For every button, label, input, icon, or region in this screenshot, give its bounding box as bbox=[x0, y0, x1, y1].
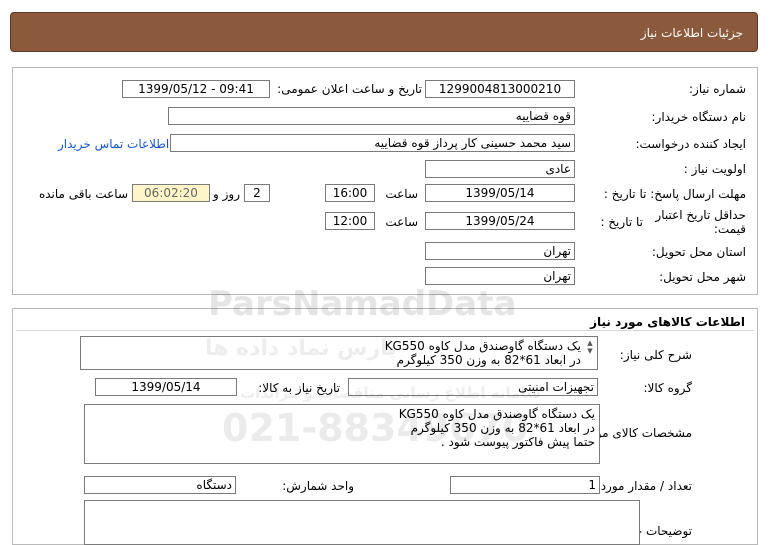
specs-textarea[interactable]: یک دستگاه گاوصندق مدل کاوه KG550 در ابعا… bbox=[84, 404, 600, 464]
unit-field: دستگاه bbox=[84, 476, 236, 494]
goods-section-title: اطلاعات کالاهای مورد نیاز bbox=[590, 315, 745, 329]
announce-label: تاریخ و ساعت اعلان عمومی: bbox=[277, 82, 422, 96]
page-header: جزئیات اطلاعات نیاز bbox=[10, 12, 758, 52]
price-validity-time-label: ساعت bbox=[385, 215, 418, 229]
province-label: استان محل تحویل: bbox=[651, 245, 746, 259]
deadline-time-field: 16:00 bbox=[325, 184, 375, 202]
city-field: تهران bbox=[425, 267, 575, 285]
province-field: تهران bbox=[425, 242, 575, 260]
goods-title-divider bbox=[16, 330, 754, 331]
group-field: تجهیزات امنیتی bbox=[348, 378, 598, 396]
price-validity-date-field: 1399/05/24 bbox=[425, 212, 575, 230]
need-date-field: 1399/05/14 bbox=[95, 378, 237, 396]
price-validity-time-field: 12:00 bbox=[325, 212, 375, 230]
remaining-time-field: 06:02:20 bbox=[132, 184, 210, 202]
unit-label: واحد شمارش: bbox=[282, 479, 354, 493]
buyer-org-field: قوه قضاییه bbox=[168, 107, 575, 125]
creator-label: ایجاد کننده درخواست: bbox=[635, 137, 746, 151]
priority-label: اولویت نیاز : bbox=[683, 162, 746, 176]
deadline-date-field: 1399/05/14 bbox=[425, 184, 575, 202]
group-label: گروه کالا: bbox=[643, 381, 693, 395]
creator-field: سید محمد حسینی کار پرداز قوه قضاییه bbox=[170, 134, 575, 152]
days-label: روز و bbox=[213, 187, 240, 201]
remaining-label: ساعت باقی مانده bbox=[38, 187, 128, 201]
need-number-label: شماره نیاز: bbox=[689, 82, 746, 96]
price-validity-until-label: تا تاریخ : bbox=[600, 215, 643, 229]
summary-label: شرح کلی نیاز: bbox=[619, 348, 692, 362]
city-label: شهر محل تحویل: bbox=[659, 270, 746, 284]
price-validity-label-text: حداقل تاریخ اعتبار قیمت: bbox=[655, 208, 746, 236]
deadline-label: مهلت ارسال پاسخ: تا تاریخ : bbox=[603, 187, 746, 201]
announce-field: 1399/05/12 - 09:41 bbox=[122, 80, 270, 98]
summary-scroll-icon[interactable]: ▲ ▼ bbox=[586, 339, 594, 355]
need-date-label: تاریخ نیاز به کالا: bbox=[258, 381, 340, 395]
need-number-field: 1299004813000210 bbox=[425, 80, 575, 98]
buyer-org-label: نام دستگاه خریدار: bbox=[651, 110, 747, 124]
quantity-field: 1 bbox=[450, 476, 600, 494]
days-field: 2 bbox=[244, 184, 270, 202]
summary-textarea[interactable]: یک دستگاه گاوصندق مدل کاوه KG550 در ابعا… bbox=[80, 336, 598, 370]
contact-buyer-link[interactable]: اطلاعات تماس خریدار bbox=[58, 137, 169, 151]
page-title: جزئیات اطلاعات نیاز bbox=[640, 26, 743, 40]
details-panel bbox=[12, 67, 758, 295]
price-validity-label: حداقل تاریخ اعتبار قیمت: bbox=[646, 208, 746, 236]
buyer-notes-textarea[interactable] bbox=[84, 500, 640, 545]
priority-field: عادی bbox=[425, 160, 575, 178]
deadline-time-label: ساعت bbox=[385, 187, 418, 201]
